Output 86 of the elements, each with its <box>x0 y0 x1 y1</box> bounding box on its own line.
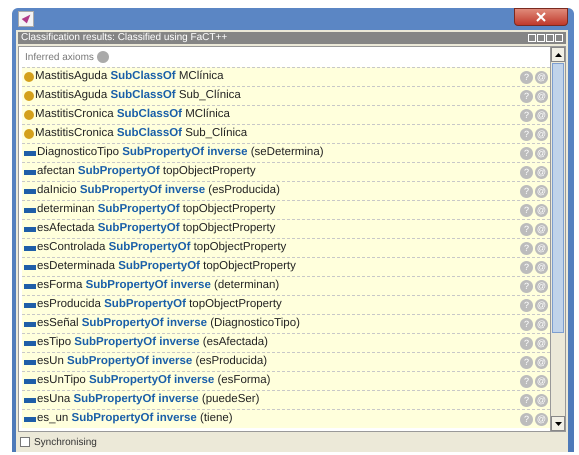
property-bar-icon <box>24 340 36 346</box>
explain-button[interactable]: ? <box>520 166 533 178</box>
axiom-text: esAfectada SubPropertyOf topObjectProperty <box>37 221 276 236</box>
explain-button[interactable]: ? <box>520 374 533 388</box>
annotate-button[interactable]: @ <box>535 318 548 330</box>
explain-button[interactable]: ? <box>520 280 533 292</box>
property-bar-icon <box>24 150 36 156</box>
section-label: Inferred axioms <box>25 50 94 64</box>
axiom-text: esControlada SubPropertyOf topObjectProperty <box>37 240 288 256</box>
axiom-text: esUnTipo SubPropertyOf inverse (esForma) <box>37 373 272 388</box>
property-bar-icon <box>24 416 36 422</box>
axiom-text: esTipo SubPropertyOf inverse (esAfectada) <box>37 335 269 350</box>
class-dot-icon <box>24 72 34 82</box>
annotate-button[interactable]: @ <box>535 260 548 274</box>
axiom-text: MastitisCronica SubClassOf Sub_Clínica <box>35 126 248 142</box>
property-bar-icon <box>24 226 36 232</box>
axiom-text: esSeñal SubPropertyOf inverse (DiagnosticoTipo) <box>37 316 301 332</box>
close-icon <box>536 12 546 22</box>
explain-button[interactable]: ? <box>520 412 533 426</box>
explain-button[interactable]: ? <box>520 298 533 312</box>
annotate-button[interactable]: @ <box>535 128 548 140</box>
explain-button[interactable]: ? <box>520 70 533 84</box>
axiom-text: es_un SubPropertyOf inverse (tiene) <box>37 411 234 426</box>
explain-button[interactable]: ? <box>520 222 533 236</box>
class-dot-icon <box>24 110 34 120</box>
explain-button[interactable]: ? <box>520 356 533 368</box>
scrollbar-thumb[interactable] <box>552 63 564 333</box>
axiom-text: esUna SubPropertyOf inverse (puedeSer) <box>37 392 260 408</box>
property-bar-icon <box>24 284 36 288</box>
annotate-button[interactable]: @ <box>535 166 548 178</box>
annotate-button[interactable]: @ <box>535 356 548 368</box>
axiom-text: esUn SubPropertyOf inverse (esProducida) <box>37 354 268 370</box>
annotate-button[interactable]: @ <box>535 222 548 236</box>
explain-button[interactable]: ? <box>520 128 533 140</box>
class-dot-icon <box>24 129 34 139</box>
property-bar-icon <box>24 360 36 364</box>
axiom-text: DiagnosticoTipo SubPropertyOf inverse (seDetermina) <box>37 145 325 160</box>
property-bar-icon <box>24 302 36 308</box>
property-bar-icon <box>24 378 36 384</box>
annotate-button[interactable]: @ <box>535 90 548 102</box>
explain-button[interactable]: ? <box>520 242 533 254</box>
property-bar-icon <box>24 188 36 194</box>
property-bar-icon <box>24 322 36 326</box>
annotate-button[interactable]: @ <box>535 184 548 198</box>
explain-button[interactable]: ? <box>520 146 533 160</box>
axiom-text: MastitisCronica SubClassOf MClínica <box>35 107 231 122</box>
checkbox-label: Synchronising <box>34 436 97 450</box>
annotate-button[interactable]: @ <box>535 298 548 312</box>
property-bar-icon <box>24 170 36 174</box>
app-logo-icon <box>18 11 34 27</box>
annotate-button[interactable]: @ <box>535 242 548 254</box>
property-bar-icon <box>24 398 36 402</box>
close-button[interactable] <box>514 8 568 26</box>
explain-button[interactable]: ? <box>520 260 533 274</box>
panel-title: Classification results: Classified using FaCT++ <box>21 32 228 44</box>
axiom-text: MastitisAguda SubClassOf Sub_Clínica <box>35 88 242 104</box>
annotate-button[interactable]: @ <box>535 108 548 122</box>
annotate-button[interactable]: @ <box>535 394 548 406</box>
scroll-up-icon[interactable] <box>551 47 565 62</box>
annotate-button[interactable]: @ <box>535 204 548 216</box>
explain-button[interactable]: ? <box>520 90 533 102</box>
annotate-button[interactable]: @ <box>535 146 548 160</box>
explain-button[interactable]: ? <box>520 108 533 122</box>
axiom-text: esDeterminada SubPropertyOf topObjectProperty <box>37 259 297 274</box>
annotate-button[interactable]: @ <box>535 336 548 350</box>
annotate-button[interactable]: @ <box>535 280 548 292</box>
explain-button[interactable]: ? <box>520 318 533 330</box>
axiom-text: determinan SubPropertyOf topObjectProperty <box>37 202 276 218</box>
property-bar-icon <box>24 264 36 270</box>
explain-button[interactable]: ? <box>520 336 533 350</box>
explain-button[interactable]: ? <box>520 204 533 216</box>
annotate-button[interactable]: @ <box>535 374 548 388</box>
explain-button[interactable]: ? <box>520 394 533 406</box>
property-bar-icon <box>24 208 36 212</box>
annotate-button[interactable]: @ <box>535 70 548 84</box>
axiom-text: daInicio SubPropertyOf inverse (esProducida) <box>37 183 281 198</box>
axiom-text: MastitisAguda SubClassOf MClínica <box>35 69 225 84</box>
checkbox[interactable] <box>20 437 30 447</box>
annotate-button[interactable]: @ <box>535 412 548 426</box>
axiom-text: esForma SubPropertyOf inverse (determinan) <box>37 278 280 294</box>
class-dot-icon <box>24 91 34 101</box>
axiom-text: esProducida SubPropertyOf topObjectProperty <box>37 297 283 312</box>
explain-button[interactable]: ? <box>520 184 533 198</box>
scroll-down-icon[interactable] <box>551 416 565 431</box>
property-bar-icon <box>24 246 36 250</box>
axiom-text: afectan SubPropertyOf topObjectProperty <box>37 164 257 180</box>
